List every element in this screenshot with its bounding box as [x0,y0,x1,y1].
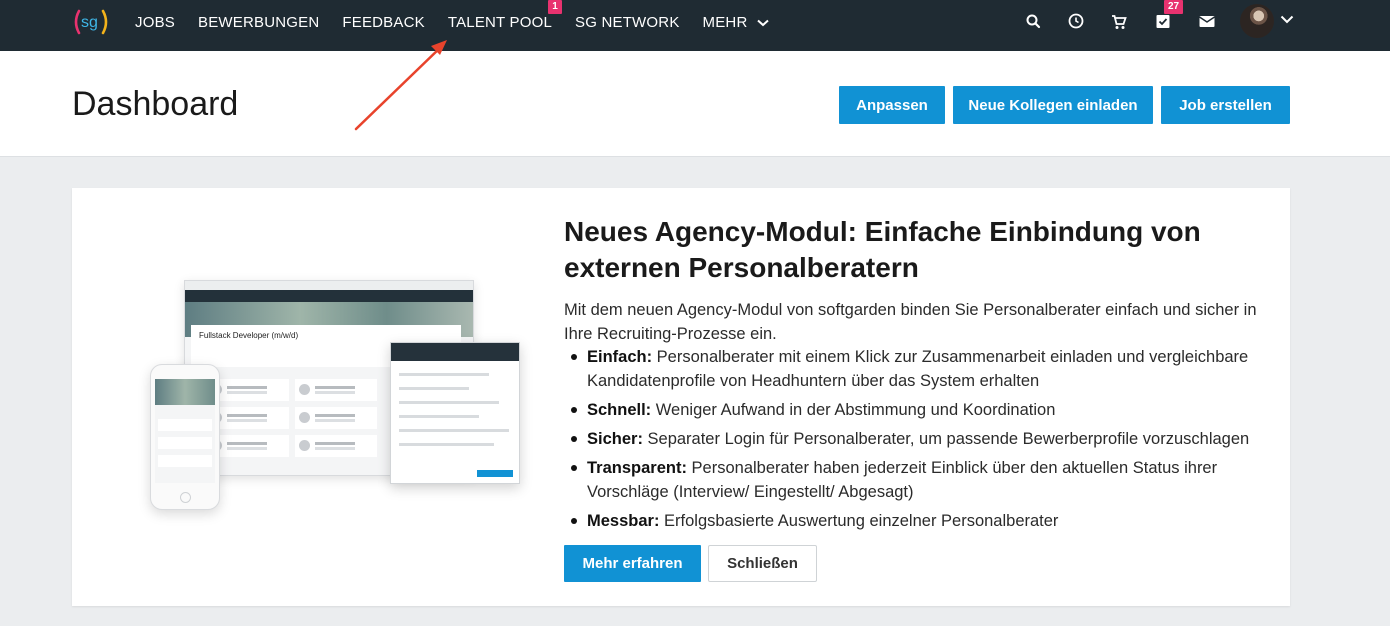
agency-module-illustration: Fullstack Developer (m/w/d) [134,268,554,538]
search-icon[interactable] [1024,12,1044,32]
clock-icon[interactable] [1066,12,1086,32]
cart-icon[interactable] [1109,12,1129,32]
nav-item-feedback[interactable]: FEEDBACK [342,14,424,31]
main-nav: JOBS BEWERBUNGEN FEEDBACK TALENT POOL 1 … [135,0,792,44]
list-item: Einfach: Personalberater mit einem Klick… [568,345,1268,393]
close-button[interactable]: Schließen [708,545,817,582]
chevron-down-icon [757,19,769,26]
customize-button[interactable]: Anpassen [839,86,945,124]
nav-item-sg-network[interactable]: SG NETWORK [575,14,680,31]
feature-term: Sicher: [587,430,643,448]
create-job-button[interactable]: Job erstellen [1161,86,1290,124]
annotation-arrow [354,40,447,131]
user-menu-chevron-icon[interactable] [1280,15,1294,24]
feature-list: Einfach: Personalberater mit einem Klick… [568,345,1268,538]
nav-item-bewerbungen[interactable]: BEWERBUNGEN [198,14,319,31]
feature-term: Einfach: [587,348,653,366]
user-avatar[interactable] [1240,4,1274,38]
feature-text: Erfolgsbasierte Auswertung einzelner Per… [659,512,1059,530]
invite-colleagues-button[interactable]: Neue Kollegen einladen [953,86,1153,124]
feature-text: Personalberater mit einem Klick zur Zusa… [587,348,1249,390]
nav-item-mehr-label: MEHR [702,13,748,31]
list-item: Transparent: Personalberater haben jeder… [568,456,1268,504]
page-title: Dashboard [72,85,239,123]
list-item: Sicher: Separater Login für Personalbera… [568,427,1268,451]
tasks-icon[interactable] [1153,12,1173,32]
nav-item-talent-pool[interactable]: TALENT POOL 1 [447,0,563,31]
feature-text: Separater Login für Personalberater, um … [642,430,1250,448]
tasks-badge: 27 [1164,0,1184,14]
modal-screenshot-mockup [390,342,520,484]
list-item: Messbar: Erfolgsbasierte Auswertung einz… [568,509,1268,533]
top-navbar: sg JOBS BEWERBUNGEN FEEDBACK TALENT POOL… [0,0,1390,51]
phone-screenshot-mockup [150,364,220,510]
list-item: Schnell: Weniger Aufwand in der Abstimmu… [568,398,1268,422]
learn-more-button[interactable]: Mehr erfahren [564,545,701,582]
logo-text: sg [81,14,98,31]
mail-icon[interactable] [1197,12,1217,32]
agency-module-card: Fullstack Developer (m/w/d) Neues Agency… [72,188,1290,606]
card-title: Neues Agency-Modul: Einfache Einbindung … [564,216,1201,283]
nav-item-jobs[interactable]: JOBS [135,14,175,31]
feature-term: Schnell: [587,401,652,419]
feature-term: Messbar: [587,512,660,530]
mockup-job-title: Fullstack Developer (m/w/d) [199,331,299,340]
nav-item-mehr[interactable]: MEHR [703,14,769,31]
feature-term: Transparent: [587,459,687,477]
card-intro: Mit dem neuen Agency-Modul von softgarde… [564,301,1257,343]
nav-item-talent-pool-label: TALENT POOL [447,13,553,31]
softgarden-logo[interactable]: sg [70,5,112,39]
feature-text: Weniger Aufwand in der Abstimmung und Ko… [651,401,1056,419]
page-header: Dashboard Anpassen Neue Kollegen einlade… [0,51,1390,157]
talent-pool-badge: 1 [548,0,563,14]
